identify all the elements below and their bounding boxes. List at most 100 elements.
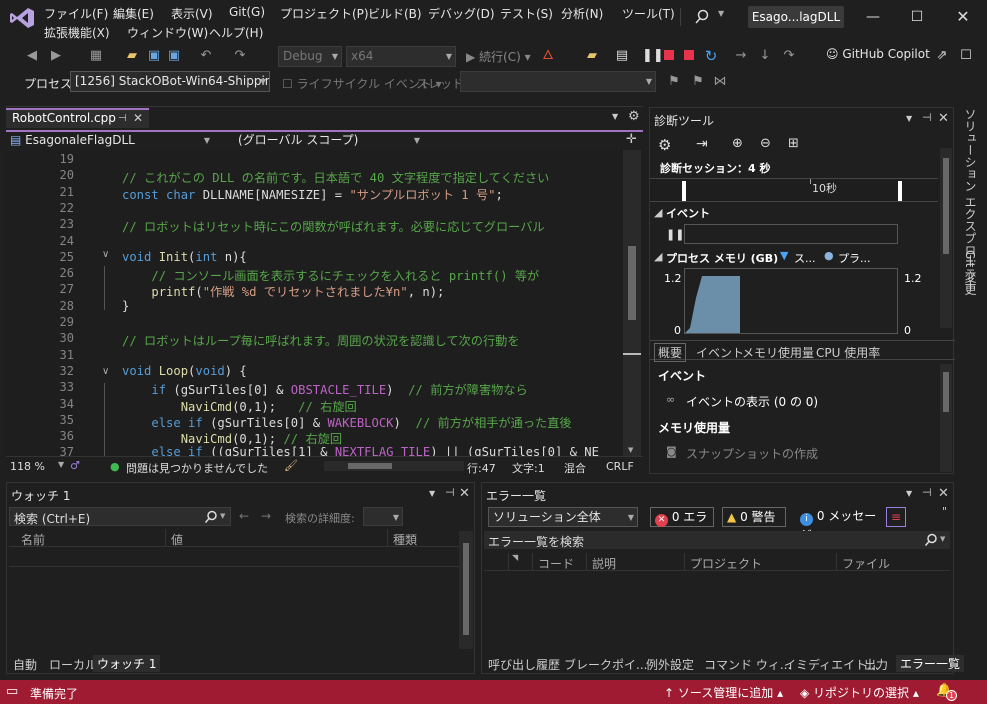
watch-search-input[interactable]: 検索 (Ctrl+E) ▼ xyxy=(9,507,231,526)
restart-icon[interactable]: ↻ xyxy=(703,48,719,64)
menu-edit[interactable]: 編集(E) xyxy=(113,5,154,22)
warnings-filter-button[interactable]: ▲ 0 警告 xyxy=(722,507,786,527)
flag-icon[interactable]: ⚑ xyxy=(666,74,682,90)
tab-robotcontrol-cpp[interactable]: RobotControl.cpp ⊣ ✕ xyxy=(6,108,149,128)
zoom-in-icon[interactable]: ⊕ xyxy=(732,136,743,151)
line-number[interactable]: 行:47 xyxy=(467,460,496,476)
menu-debug[interactable]: デバッグ(D) xyxy=(428,5,495,22)
diag-close-icon[interactable]: ✕ xyxy=(938,111,949,126)
forward-icon[interactable]: ▶ xyxy=(48,48,64,64)
tab-command-window[interactable]: コマンド ウィ... xyxy=(704,656,791,673)
menu-project[interactable]: プロジェクト(P) xyxy=(280,5,369,22)
error-pin-icon[interactable]: ⊣ xyxy=(922,486,932,499)
take-snapshot-button[interactable]: スナップショットの作成 xyxy=(686,445,818,462)
tab-autos[interactable]: 自動 xyxy=(13,656,37,673)
share-icon[interactable]: ⇗ xyxy=(934,48,950,64)
col-file[interactable]: ファイル xyxy=(842,555,890,572)
platform-combo[interactable]: x64 ▼ xyxy=(346,46,456,67)
show-events-link[interactable]: イベントの表示 (0 の 0) xyxy=(686,393,818,410)
redo-icon[interactable]: ↷ xyxy=(232,48,248,64)
fold-init-icon[interactable]: ∨ xyxy=(102,249,109,260)
close-tab-icon[interactable]: ✕ xyxy=(133,110,143,127)
save-icon[interactable]: ▣ xyxy=(146,48,162,64)
col-description[interactable]: 説明 xyxy=(592,555,616,572)
continue-button[interactable]: ▶ 続行(C) ▾ xyxy=(466,48,531,65)
search-next-icon[interactable]: → xyxy=(261,509,271,523)
menu-git[interactable]: Git(G) xyxy=(229,5,265,19)
scope-combo[interactable]: (グローバル スコープ) ▼ xyxy=(234,132,422,150)
stop-debugging-icon[interactable] xyxy=(664,50,674,60)
intellicode-icon[interactable]: ♂ xyxy=(70,459,80,472)
watch-close-icon[interactable]: ✕ xyxy=(459,486,470,501)
menu-help[interactable]: ヘルプ(H) xyxy=(209,24,263,41)
fold-loop-icon[interactable]: ∨ xyxy=(102,366,109,377)
col-project[interactable]: プロジェクト xyxy=(690,555,762,572)
close-window-button[interactable]: ✕ xyxy=(948,6,978,30)
step-into-icon[interactable]: ↓ xyxy=(757,48,773,64)
error-search-dropdown-icon[interactable]: ▼ xyxy=(940,535,945,543)
tab-breakpoints[interactable]: ブレークポイ... xyxy=(564,656,647,673)
menu-file[interactable]: ファイル(F) xyxy=(44,5,108,22)
search-depth-combo[interactable]: ▼ xyxy=(363,507,403,526)
new-item-icon[interactable]: ▦ xyxy=(88,48,104,64)
hot-reload-icon[interactable]: 🜂 xyxy=(540,48,556,64)
col-name[interactable]: 名前 xyxy=(21,531,45,548)
folder-icon[interactable]: ▰ xyxy=(584,48,600,64)
error-search-input[interactable]: エラー一覧を検索 ▼ xyxy=(484,531,950,549)
step-over-icon[interactable]: ↷ xyxy=(781,48,797,64)
reset-zoom-icon[interactable]: ⊞ xyxy=(788,136,799,151)
code-editor[interactable]: 19 20 // これがこの DLL の名前です。日本語で 40 文字程度で指定して… xyxy=(6,150,643,456)
whitespace-mode[interactable]: 混合 xyxy=(564,460,586,476)
select-repository-button[interactable]: ◈ リポジトリの選択 ▴ xyxy=(800,684,919,701)
maximize-button[interactable]: ☐ xyxy=(902,6,932,30)
error-filter-icon[interactable]: ≡ xyxy=(886,507,906,527)
undo-icon[interactable]: ↶ xyxy=(198,48,214,64)
cleanup-icon[interactable]: 🖌 xyxy=(284,459,298,472)
tab-list-dropdown-icon[interactable]: ▼ xyxy=(612,112,618,121)
feedback-icon[interactable]: ☐ xyxy=(958,48,974,64)
filter-icon[interactable]: ⋈ xyxy=(712,74,728,90)
timeline-ruler[interactable]: 10秒 xyxy=(650,178,938,202)
issues-status[interactable]: 問題は見つかりませんでした xyxy=(126,460,268,476)
diag-pin-icon[interactable]: ⊣ xyxy=(922,111,932,124)
events-collapse-icon[interactable]: ◢ xyxy=(654,206,662,219)
col-code[interactable]: コード xyxy=(538,555,574,572)
menu-view[interactable]: 表示(V) xyxy=(171,5,213,22)
git-changes-tab[interactable]: Git 変更 xyxy=(962,250,979,295)
error-close-icon[interactable]: ✕ xyxy=(938,486,949,501)
col-value[interactable]: 値 xyxy=(171,531,183,548)
overflow-icon[interactable]: " xyxy=(942,505,947,518)
add-source-control-button[interactable]: ↑ ソース管理に追加 ▴ xyxy=(664,684,783,701)
save-all-icon[interactable]: ▣ xyxy=(166,48,182,64)
layout-icon[interactable]: ▤ xyxy=(614,48,630,64)
tab-locals[interactable]: ローカル xyxy=(49,656,97,673)
tab-error-list[interactable]: エラー一覧 xyxy=(896,655,965,672)
configuration-combo[interactable]: Debug ▼ xyxy=(278,46,342,67)
process-combo[interactable]: [1256] StackOBot-Win64-Shipping ▼ xyxy=(70,71,270,92)
pause-icon[interactable]: ❚❚ xyxy=(642,48,664,64)
tab-watch-1[interactable]: ウォッチ 1 xyxy=(93,655,161,672)
tab-overview[interactable]: 概要 xyxy=(654,343,687,362)
detach-icon[interactable] xyxy=(684,50,694,60)
error-dropdown-icon[interactable]: ▼ xyxy=(906,489,912,498)
error-search-icon[interactable] xyxy=(924,533,938,547)
messages-filter-button[interactable]: i 0 メッセージ xyxy=(796,507,886,542)
menu-tools[interactable]: ツール(T) xyxy=(622,5,675,22)
column-number[interactable]: 文字:1 xyxy=(512,460,545,476)
sort-icon[interactable]: ◥ xyxy=(512,553,518,562)
editor-horizontal-scrollbar[interactable] xyxy=(324,461,464,471)
flag-all-icon[interactable]: ⚑ xyxy=(690,74,706,90)
menu-test[interactable]: テスト(S) xyxy=(500,5,553,22)
line-ending[interactable]: CRLF xyxy=(606,460,634,473)
menu-extensions[interactable]: 拡張機能(X) xyxy=(44,24,110,41)
project-combo[interactable]: ▤ EsagonaleFlagDLL ▼ xyxy=(6,132,212,150)
diag-dropdown-icon[interactable]: ▼ xyxy=(906,114,912,123)
split-editor-icon[interactable]: ✛ xyxy=(626,132,637,147)
open-folder-icon[interactable]: ▰ xyxy=(124,48,140,64)
diag-scrollbar[interactable] xyxy=(940,148,952,328)
errors-filter-button[interactable]: ✕ 0 エラー xyxy=(650,507,714,543)
menu-window[interactable]: ウィンドウ(W) xyxy=(127,24,208,41)
minimize-button[interactable]: — xyxy=(858,6,888,30)
github-copilot-button[interactable]: ☺ GitHub Copilot xyxy=(826,47,930,61)
tab-cpu-usage[interactable]: CPU 使用率 xyxy=(816,344,880,361)
